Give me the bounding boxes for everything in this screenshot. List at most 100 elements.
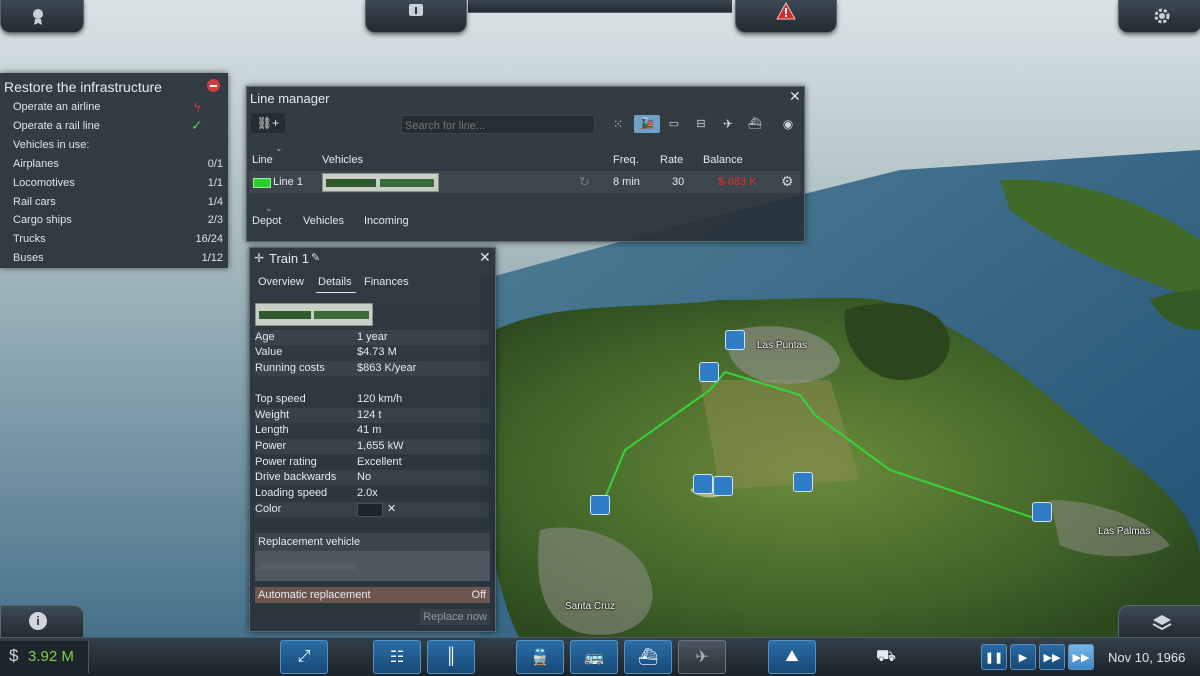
objective-row-label: Vehicles in use:	[13, 139, 90, 151]
gear-icon	[1154, 8, 1170, 24]
checkmark-icon: ✓	[191, 117, 203, 133]
terrain-icon: ⛰	[785, 648, 799, 665]
road-tool-button[interactable]: ║	[427, 640, 475, 674]
bus-stop-icon[interactable]	[1032, 502, 1052, 522]
detail-label: Length	[255, 424, 289, 436]
objectives-panel: Restore the infrastructure Operate an ai…	[0, 73, 228, 268]
filter-train-icon[interactable]: 🚂	[634, 115, 660, 133]
line-search-input[interactable]	[401, 115, 595, 134]
detail-row: Color ✕	[255, 502, 489, 517]
table-row[interactable]: Line 1 ↻ 8 min 30 $-683 K ⚙	[249, 171, 800, 193]
play-button[interactable]: ▶	[1010, 644, 1036, 670]
line-manager-window: Line manager ✕ ⛓+ ⁙ 🚂 ▭ ⊟ ✈ ⛴ ◉ ⌄ Line V…	[246, 86, 805, 242]
close-icon[interactable]: ✕	[789, 88, 801, 105]
layers-icon	[1152, 615, 1172, 631]
replacement-preview	[255, 551, 490, 581]
tab-details[interactable]: Details	[318, 276, 352, 288]
detail-row: Weight 124 t	[255, 408, 489, 423]
train-depot-button[interactable]: 🚆	[516, 640, 564, 674]
gear-icon[interactable]: ⚙	[781, 173, 794, 190]
automatic-replacement-value: Off	[471, 589, 486, 601]
town-label-las-palmas[interactable]: Las Palmas	[1098, 526, 1150, 537]
bus-stop-icon[interactable]	[590, 495, 610, 515]
objective-row-value: 16/24	[195, 233, 223, 245]
detail-label: Running costs	[255, 362, 325, 374]
crosshair-icon[interactable]: ✛	[254, 251, 264, 265]
objective-row-value: 1/1	[207, 177, 223, 189]
detail-label: Top speed	[255, 393, 306, 405]
filter-tram-icon[interactable]: ⊟	[688, 115, 714, 133]
refresh-icon[interactable]: ↻	[579, 174, 590, 190]
clear-color-icon[interactable]: ✕	[387, 502, 396, 515]
detail-label: Age	[255, 331, 275, 343]
column-header-balance[interactable]: Balance	[703, 154, 743, 166]
tab-overview[interactable]: Overview	[258, 276, 304, 288]
bus-stop-icon[interactable]	[693, 474, 713, 494]
pencil-icon[interactable]: ✎	[311, 251, 320, 264]
town-label-las-puntas[interactable]: Las Puntas	[757, 340, 807, 351]
chevron-down-icon[interactable]: ⌄	[265, 203, 273, 214]
terrain-tool-button[interactable]: ⛰	[768, 640, 816, 674]
column-header-vehicles[interactable]: Vehicles	[322, 154, 363, 166]
settings-button[interactable]	[1118, 0, 1200, 33]
train-station-icon[interactable]	[699, 362, 719, 382]
close-icon[interactable]: ✕	[479, 249, 491, 266]
filter-all-icon[interactable]: ⁙	[605, 115, 631, 133]
filter-plane-icon[interactable]: ✈	[715, 115, 741, 133]
tab-vehicles[interactable]: Vehicles	[303, 215, 344, 227]
objective-row-label: Buses	[13, 252, 44, 264]
vehicle-window: ✛ Train 1 ✎ ✕ Overview Details Finances …	[249, 247, 496, 632]
detail-value: $4.73 M	[357, 346, 397, 358]
tab-finances[interactable]: Finances	[364, 276, 409, 288]
remove-objective-icon[interactable]	[207, 79, 220, 92]
bus-depot-icon: 🚌	[584, 649, 604, 666]
warnings-button[interactable]	[735, 0, 837, 33]
detail-row: Power rating Excellent	[255, 455, 489, 470]
automatic-replacement-toggle[interactable]: Automatic replacement Off	[255, 587, 490, 603]
detail-value: 41 m	[357, 424, 382, 436]
column-header-line[interactable]: Line	[252, 154, 273, 166]
achievements-button[interactable]	[0, 0, 84, 33]
train-station-icon[interactable]	[713, 476, 733, 496]
visibility-eye-icon[interactable]: ◉	[775, 115, 801, 133]
town-label-santa-cruz[interactable]: Santa Cruz	[565, 601, 615, 612]
vehicle-image	[255, 303, 373, 326]
layers-button[interactable]	[1118, 605, 1200, 639]
column-header-rate[interactable]: Rate	[660, 154, 683, 166]
news-button[interactable]	[365, 0, 467, 33]
line-search-field[interactable]	[402, 118, 594, 134]
objective-row-label: Locomotives	[13, 177, 75, 189]
fastest-button[interactable]: ▶▶	[1068, 644, 1094, 670]
detail-row: Loading speed 2.0x	[255, 486, 489, 501]
pause-icon: ❚❚	[984, 651, 1004, 664]
bus-stop-icon[interactable]	[793, 472, 813, 492]
tab-incoming[interactable]: Incoming	[364, 215, 409, 227]
bus-depot-button[interactable]: 🚌	[570, 640, 618, 674]
tab-depot[interactable]: Depot	[252, 215, 281, 227]
detail-value: 120 km/h	[357, 393, 403, 405]
replace-now-button[interactable]: Replace now	[420, 609, 490, 625]
pause-button[interactable]: ❚❚	[981, 644, 1007, 670]
fast-forward-button[interactable]: ▶▶	[1039, 644, 1065, 670]
objective-row-label: Airplanes	[13, 158, 59, 170]
column-header-freq[interactable]: Freq.	[613, 154, 639, 166]
detail-label: Loading speed	[255, 487, 328, 499]
route-tool-button[interactable]: ⤢	[280, 640, 328, 674]
play-icon: ▶	[1018, 651, 1028, 664]
info-button[interactable]: i	[0, 605, 84, 639]
detail-value: 1,655 kW	[357, 440, 404, 452]
new-line-button[interactable]: ⛓+	[251, 113, 285, 133]
bulldozer-icon[interactable]: ⛟	[869, 644, 903, 670]
detail-value: No	[357, 471, 372, 483]
replacement-vehicle-box[interactable]: Replacement vehicle	[255, 533, 490, 581]
chevron-down-icon[interactable]: ⌄	[275, 143, 283, 154]
ship-depot-button[interactable]: ⛴	[624, 640, 672, 674]
filter-ship-icon[interactable]: ⛴	[742, 115, 768, 133]
detail-row: Value $4.73 M	[255, 345, 489, 360]
line-color-swatch	[253, 178, 271, 188]
color-swatch[interactable]	[357, 503, 383, 517]
filter-bus-icon[interactable]: ▭	[661, 115, 687, 133]
airport-button[interactable]: ✈	[678, 640, 726, 674]
rail-tool-button[interactable]: ☷	[373, 640, 421, 674]
station-icon[interactable]	[725, 330, 745, 350]
